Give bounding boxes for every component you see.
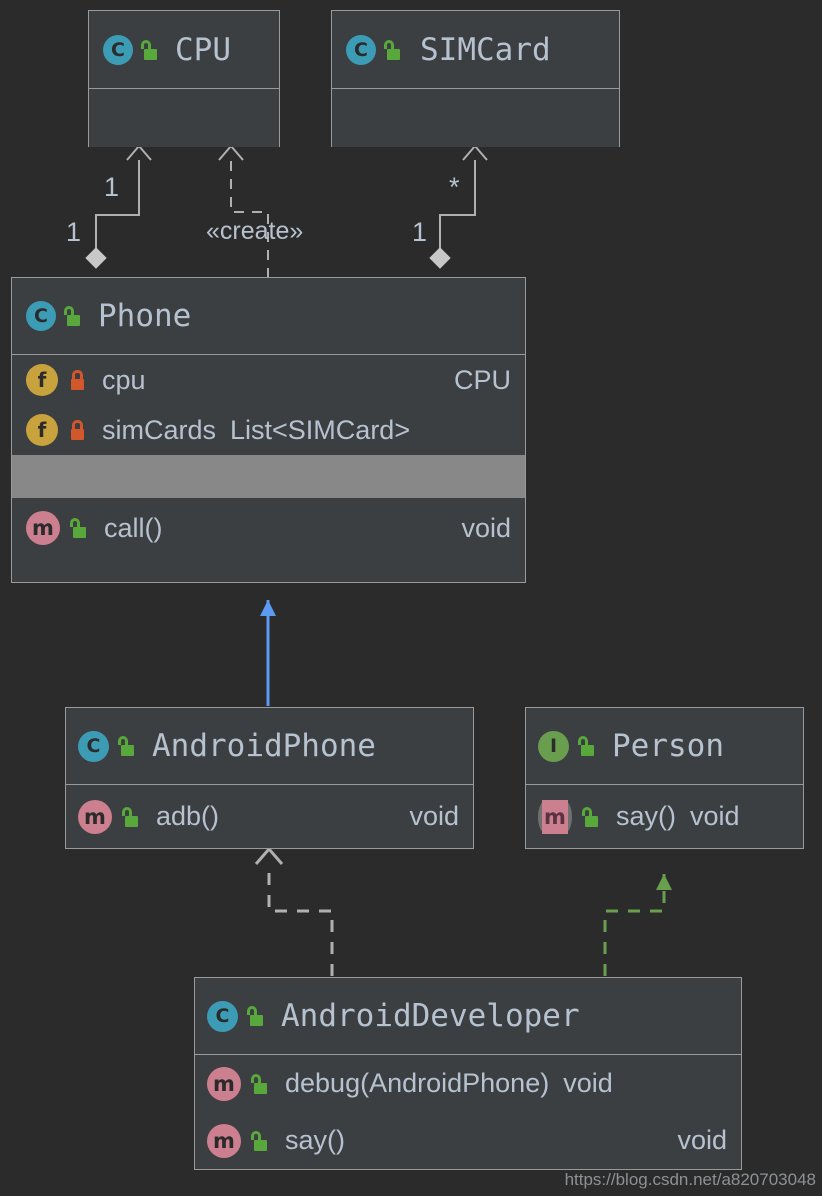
class-name-person: Person: [612, 728, 724, 764]
class-methods-person: m say() void: [526, 785, 803, 848]
field-icon: f: [26, 414, 58, 446]
diagram-canvas: 1 1 «create» * 1 C CPU C SIMCard C Phone…: [0, 0, 822, 1196]
method-name: say(): [616, 801, 676, 831]
class-name-androiddeveloper: AndroidDeveloper: [281, 998, 580, 1034]
class-fields-phone: f cpu CPU f simCards List<SIMCard>: [12, 355, 525, 455]
unlocked-green-icon: [582, 806, 600, 827]
class-box-androiddeveloper[interactable]: C AndroidDeveloper m debug(AndroidPhone)…: [194, 977, 742, 1170]
class-header-androiddeveloper: C AndroidDeveloper: [195, 978, 741, 1055]
class-icon: C: [26, 301, 56, 331]
class-methods-androiddeveloper: m debug(AndroidPhone) void m say() void: [195, 1055, 741, 1169]
method-row[interactable]: m say() void: [526, 785, 803, 848]
class-icon: C: [78, 730, 109, 762]
class-header-cpu: C CPU: [89, 11, 279, 89]
unlocked-green-icon: [384, 39, 402, 60]
multiplicity-simcard-source: 1: [412, 217, 428, 247]
method-type: void: [677, 1125, 727, 1155]
field-name: simCards: [102, 414, 217, 445]
method-type: void: [690, 801, 740, 831]
class-members-simcard: [332, 89, 619, 147]
method-type: void: [461, 512, 511, 543]
method-icon: m: [78, 799, 112, 834]
interface-icon: I: [538, 730, 569, 762]
method-row[interactable]: m call() void: [12, 498, 525, 558]
unlocked-green-icon: [122, 806, 140, 827]
method-name: debug(AndroidPhone): [285, 1068, 550, 1098]
unlocked-green-icon: [251, 1130, 269, 1151]
class-icon: C: [207, 1000, 238, 1032]
class-box-cpu[interactable]: C CPU: [88, 10, 280, 147]
field-name: cpu: [102, 364, 146, 395]
section-separator: [12, 455, 525, 498]
locked-orange-icon: [69, 420, 86, 440]
class-header-simcard: C SIMCard: [332, 11, 619, 89]
field-row[interactable]: f simCards List<SIMCard>: [12, 405, 525, 455]
unlocked-green-icon: [247, 1006, 265, 1026]
method-icon: m: [207, 1066, 241, 1101]
class-header-person: I Person: [526, 708, 803, 785]
class-name-cpu: CPU: [175, 31, 231, 68]
multiplicity-cpu-target: 1: [104, 172, 120, 202]
unlocked-green-icon: [578, 736, 596, 756]
relation-phone-cpu-composition: [85, 144, 152, 269]
field-type: List<SIMCard>: [230, 414, 411, 445]
class-box-phone[interactable]: C Phone f cpu CPU f simCards List<SIMCar…: [11, 277, 526, 583]
unlocked-green-icon: [64, 306, 82, 326]
abstract-method-icon: m: [538, 799, 572, 834]
class-name-simcard: SIMCard: [420, 31, 551, 68]
method-type: void: [409, 801, 459, 831]
method-row[interactable]: m say() void: [195, 1112, 741, 1169]
class-icon: C: [346, 34, 376, 65]
method-row[interactable]: m debug(AndroidPhone) void: [195, 1055, 741, 1112]
unlocked-green-icon: [70, 518, 88, 538]
abstract-method-glyph: m: [542, 799, 568, 834]
class-name-androidphone: AndroidPhone: [152, 728, 376, 764]
relation-androiddeveloper-person-realization: [603, 874, 672, 976]
class-methods-phone: m call() void: [12, 498, 525, 558]
method-icon: m: [26, 511, 60, 545]
class-box-androidphone[interactable]: C AndroidPhone m adb() void: [65, 707, 474, 849]
method-type: void: [563, 1068, 613, 1098]
class-header-androidphone: C AndroidPhone: [66, 708, 473, 785]
field-row[interactable]: f cpu CPU: [12, 355, 525, 405]
class-members-cpu: [89, 89, 279, 147]
field-icon: f: [26, 364, 58, 396]
class-name-phone: Phone: [98, 298, 192, 334]
watermark: https://blog.csdn.net/a820703048: [564, 1170, 816, 1189]
method-name: say(): [285, 1125, 345, 1155]
method-name: call(): [104, 512, 163, 543]
relation-phone-simcard-composition: [429, 144, 488, 269]
method-icon: m: [207, 1123, 241, 1158]
locked-orange-icon: [69, 370, 86, 390]
multiplicity-cpu-source: 1: [66, 217, 82, 247]
class-icon: C: [103, 34, 133, 65]
relation-phone-cpu-create: [218, 144, 269, 278]
multiplicity-simcard-target: *: [449, 172, 460, 202]
class-methods-androidphone: m adb() void: [66, 785, 473, 848]
unlocked-green-icon: [141, 39, 159, 60]
method-name: adb(): [156, 801, 220, 831]
class-box-simcard[interactable]: C SIMCard: [331, 10, 620, 147]
unlocked-green-icon: [118, 736, 136, 756]
field-type: CPU: [453, 364, 511, 395]
relation-androiddeveloper-androidphone-dependency: [254, 846, 334, 976]
method-row[interactable]: m adb() void: [66, 785, 473, 848]
class-box-person[interactable]: I Person m say() void: [525, 707, 804, 849]
unlocked-green-icon: [251, 1073, 269, 1094]
class-header-phone: C Phone: [12, 278, 525, 355]
stereotype-create: «create»: [206, 217, 304, 245]
